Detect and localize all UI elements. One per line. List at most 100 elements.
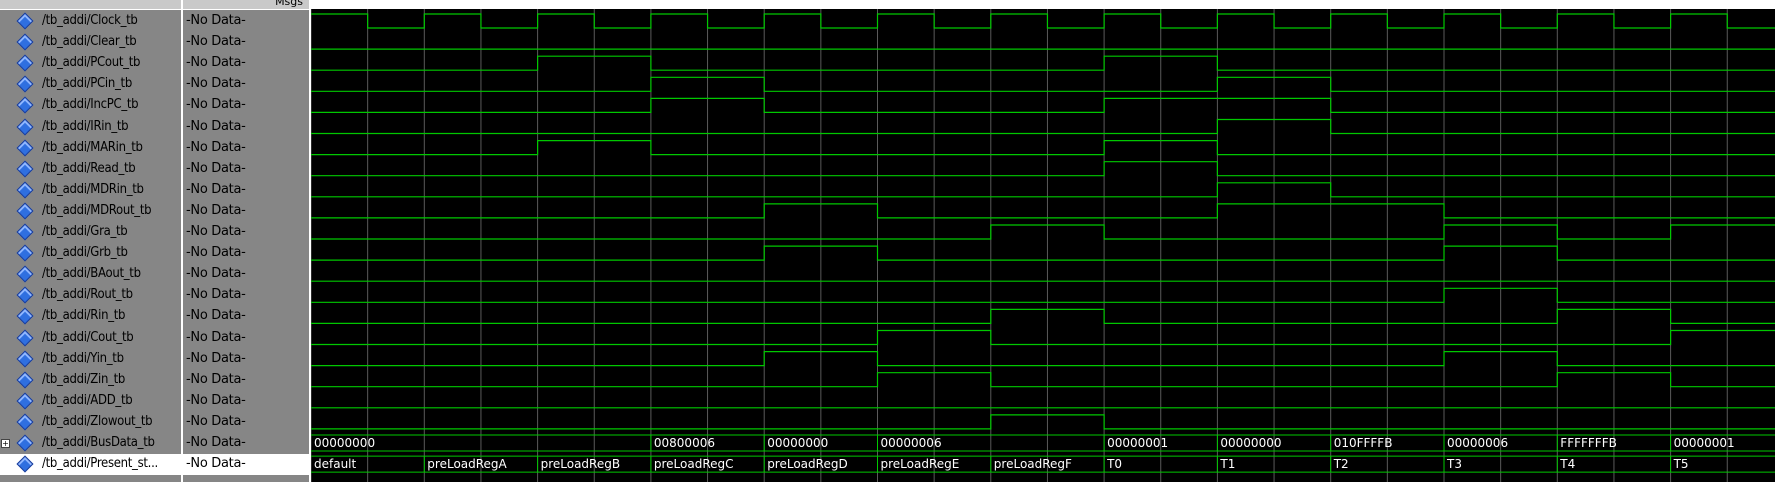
state-value-label: T2 — [1333, 457, 1349, 471]
diamond-icon — [16, 244, 34, 262]
signal-row[interactable]: /tb_addi/IRin_tb — [0, 117, 181, 138]
signal-name: /tb_addi/PCout_tb — [42, 55, 141, 71]
signal-row[interactable]: /tb_addi/ADD_tb — [0, 391, 181, 412]
signal-row[interactable]: /tb_addi/Zlowout_tb — [0, 412, 181, 433]
signal-msg-row[interactable]: -No Data- — [183, 412, 309, 433]
signal-msg-row[interactable]: -No Data- — [183, 138, 309, 159]
signal-value: -No Data- — [186, 287, 246, 303]
signal-name: /tb_addi/Rin_tb — [42, 308, 126, 324]
signal-msg-row[interactable]: -No Data- — [183, 201, 309, 222]
signal-row[interactable]: /tb_addi/Rout_tb — [0, 285, 181, 306]
diamond-icon — [16, 350, 34, 368]
signal-msg-row[interactable]: -No Data- — [183, 74, 309, 95]
signal-waveform — [311, 140, 1775, 156]
signal-row[interactable]: /tb_addi/PCin_tb — [0, 74, 181, 95]
signal-name: /tb_addi/IncPC_tb — [42, 97, 139, 113]
signal-name: /tb_addi/Present_st... — [42, 456, 158, 472]
signal-msg-row[interactable]: -No Data- — [183, 243, 309, 264]
bus-value-label: 00800006 — [654, 436, 715, 450]
signal-name: /tb_addi/BAout_tb — [42, 266, 141, 282]
signal-name: /tb_addi/Gra_tb — [42, 224, 128, 239]
signal-row[interactable]: /tb_addi/IncPC_tb — [0, 95, 181, 116]
signal-msg-row[interactable]: -No Data- — [183, 264, 309, 285]
signal-name: /tb_addi/MDRin_tb — [42, 181, 144, 197]
signal-value: -No Data- — [186, 350, 246, 366]
signal-msg-row[interactable]: -No Data- — [183, 349, 309, 370]
signal-row[interactable]: /tb_addi/BAout_tb — [0, 264, 181, 285]
state-value-label: T4 — [1559, 457, 1575, 471]
signal-row[interactable]: /tb_addi/PCout_tb — [0, 53, 181, 74]
signal-msg-row[interactable]: -No Data- — [183, 11, 309, 32]
signal-value: -No Data- — [186, 392, 246, 408]
signal-value: -No Data- — [186, 308, 246, 324]
signal-msg-row[interactable]: -No Data- — [183, 433, 309, 454]
signal-row[interactable]: + /tb_addi/BusData_tb — [0, 433, 181, 454]
state-value-label: default — [314, 457, 357, 471]
signal-msg-row[interactable]: -No Data- — [183, 117, 309, 138]
signal-value: -No Data- — [186, 245, 246, 261]
signal-row[interactable]: /tb_addi/Cout_tb — [0, 328, 181, 349]
signal-name: /tb_addi/Grb_tb — [42, 245, 128, 261]
signal-row[interactable]: /tb_addi/Gra_tb — [0, 222, 181, 243]
signal-msg-row[interactable]: -No Data- — [183, 306, 309, 327]
state-value-label: preLoadRegB — [541, 457, 621, 471]
signal-row[interactable]: /tb_addi/Zin_tb — [0, 370, 181, 391]
signal-waveform — [311, 203, 1775, 219]
signal-name: /tb_addi/Zlowout_tb — [42, 413, 153, 429]
signal-msg-row[interactable]: -No Data- — [183, 454, 309, 476]
bus-value-label: 010FFFFB — [1334, 436, 1393, 450]
signal-msg-row[interactable]: -No Data- — [183, 180, 309, 201]
signal-msg-row[interactable]: -No Data- — [183, 391, 309, 412]
signal-msg-row[interactable]: -No Data- — [183, 285, 309, 306]
signal-value: -No Data- — [186, 329, 246, 345]
signal-value: -No Data- — [186, 224, 246, 239]
diamond-icon — [16, 12, 34, 30]
signal-name: /tb_addi/Read_tb — [42, 160, 136, 176]
expand-plus-icon[interactable]: + — [1, 439, 10, 448]
waveform-pane[interactable]: 00000000 00800006 00000000 00000006 00000001… — [311, 0, 1775, 482]
state-value-label: preLoadRegD — [767, 457, 848, 471]
diamond-icon — [16, 329, 34, 346]
signal-msg-row[interactable]: -No Data- — [183, 95, 309, 116]
diamond-icon — [16, 455, 34, 473]
signal-row[interactable]: /tb_addi/Yin_tb — [0, 349, 181, 370]
signal-row[interactable]: /tb_addi/Read_tb — [0, 159, 181, 180]
signal-name: /tb_addi/Cout_tb — [42, 329, 134, 345]
signal-row[interactable]: /tb_addi/Present_st... — [0, 454, 181, 476]
signal-row[interactable]: /tb_addi/Clear_tb — [0, 32, 181, 53]
signal-name: /tb_addi/BusData_tb — [42, 435, 155, 450]
diamond-icon — [16, 160, 34, 178]
signal-msg-row[interactable]: -No Data- — [183, 370, 309, 391]
bus-value-label: 00000001 — [1107, 436, 1168, 450]
signal-row[interactable]: /tb_addi/Clock_tb — [0, 11, 181, 32]
signal-value: -No Data- — [186, 181, 246, 197]
signal-name: /tb_addi/ADD_tb — [42, 392, 133, 408]
state-value-label: preLoadRegA — [427, 457, 507, 471]
signal-name: /tb_addi/Rout_tb — [42, 287, 133, 303]
waveform-canvas[interactable]: 00000000 00800006 00000000 00000006 00000001… — [311, 0, 1775, 482]
signal-value: -No Data- — [186, 435, 246, 450]
signal-waveform — [311, 245, 1775, 261]
signal-msg-row[interactable]: -No Data- — [183, 53, 309, 74]
signal-name: /tb_addi/IRin_tb — [42, 118, 129, 134]
signal-row[interactable]: /tb_addi/Grb_tb — [0, 243, 181, 264]
signal-row[interactable]: /tb_addi/MDRin_tb — [0, 180, 181, 201]
signal-name: /tb_addi/Clock_tb — [42, 13, 138, 28]
signal-row[interactable]: /tb_addi/MARin_tb — [0, 138, 181, 159]
signal-row[interactable]: /tb_addi/MDRout_tb — [0, 201, 181, 222]
signal-msg-row[interactable]: -No Data- — [183, 328, 309, 349]
state-value-label: preLoadRegF — [994, 457, 1072, 471]
names-header — [0, 0, 181, 10]
bus-value-label: 00000000 — [1220, 436, 1281, 450]
signal-name: /tb_addi/PCin_tb — [42, 76, 132, 92]
diamond-icon — [16, 434, 34, 452]
signal-waveform — [311, 287, 1775, 303]
signal-row[interactable]: /tb_addi/Rin_tb — [0, 306, 181, 327]
state-value-label: T1 — [1219, 457, 1235, 471]
diamond-icon — [16, 392, 34, 410]
state-value-label: T3 — [1446, 457, 1462, 471]
signal-name: /tb_addi/MDRout_tb — [42, 202, 152, 218]
signal-msg-row[interactable]: -No Data- — [183, 222, 309, 243]
signal-msg-row[interactable]: -No Data- — [183, 32, 309, 53]
signal-msg-row[interactable]: -No Data- — [183, 159, 309, 180]
